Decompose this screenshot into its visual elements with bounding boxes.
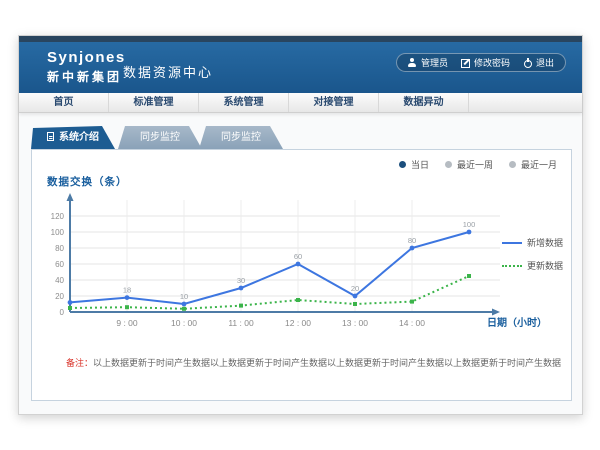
svg-text:13 : 00: 13 : 00 [342, 318, 368, 328]
tab-system-intro-label: 系统介绍 [59, 132, 99, 143]
radio-today-label: 当日 [411, 158, 429, 171]
main-nav: 首页 标准管理 系统管理 对接管理 数据异动 [19, 93, 582, 113]
page-title: 数据资源中心 [123, 62, 213, 81]
svg-text:100: 100 [463, 220, 476, 229]
radio-last-week-label: 最近一周 [457, 158, 493, 171]
tab-sync-monitor-1-label: 同步监控 [140, 132, 180, 143]
nav-item-interface-mgmt[interactable]: 对接管理 [289, 93, 379, 112]
footnote-prefix: 备注： [66, 358, 93, 368]
line-chart: 0 20 40 60 80 100 120 9 : 00 10 : 00 11 : 00 12 : … [40, 192, 570, 342]
change-password-button[interactable]: 修改密码 [461, 56, 510, 69]
svg-text:10: 10 [180, 292, 188, 301]
svg-text:80: 80 [55, 244, 64, 253]
legend-item-new-data[interactable]: 新增数据 [502, 236, 563, 249]
legend-new-data-label: 新增数据 [527, 236, 563, 249]
radio-last-week[interactable]: 最近一周 [445, 158, 493, 171]
svg-text:10 : 00: 10 : 00 [171, 318, 197, 328]
time-range-filter: 当日 最近一周 最近一月 [399, 158, 557, 171]
user-menu: 管理员 修改密码 退出 [396, 53, 566, 72]
svg-text:9 : 00: 9 : 00 [116, 318, 138, 328]
solid-line-icon [502, 242, 522, 244]
power-icon [523, 58, 532, 67]
svg-text:14 : 00: 14 : 00 [399, 318, 425, 328]
radio-selected-icon [399, 161, 406, 168]
document-icon [47, 132, 54, 141]
brand-logo[interactable]: Synjones 新中新集团 [47, 49, 126, 85]
tab-sync-monitor-2[interactable]: 同步监控 [199, 126, 283, 149]
svg-text:80: 80 [408, 236, 416, 245]
radio-unselected-icon [509, 161, 516, 168]
logout-label: 退出 [536, 56, 554, 69]
chart-area: 0 20 40 60 80 100 120 9 : 00 10 : 00 11 : 00 12 : … [40, 192, 570, 347]
tab-system-intro[interactable]: 系统介绍 [31, 126, 115, 149]
brand-logo-text: Synjones [47, 49, 126, 66]
svg-text:120: 120 [51, 212, 65, 221]
app-window: Synjones 新中新集团 数据资源中心 管理员 修改密码 退出 首页 标准管… [18, 35, 583, 415]
logout-button[interactable]: 退出 [523, 56, 554, 69]
svg-text:12 : 00: 12 : 00 [285, 318, 311, 328]
radio-today[interactable]: 当日 [399, 158, 429, 171]
legend-item-update-data[interactable]: 更新数据 [502, 259, 563, 272]
svg-text:100: 100 [51, 228, 65, 237]
chart-panel: 当日 最近一周 最近一月 数据交换（条） 0 20 40 60 80 100 120 9 : … [31, 149, 572, 401]
brand-company-name: 新中新集团 [47, 68, 126, 85]
svg-text:60: 60 [55, 260, 64, 269]
chart-legend: 新增数据 更新数据 [502, 236, 563, 272]
dotted-line-icon [502, 265, 522, 267]
tab-sync-monitor-1[interactable]: 同步监控 [118, 126, 202, 149]
svg-text:60: 60 [294, 252, 302, 261]
y-axis-title: 数据交换（条） [47, 174, 128, 189]
radio-last-month[interactable]: 最近一月 [509, 158, 557, 171]
svg-text:30: 30 [237, 276, 245, 285]
svg-text:40: 40 [55, 276, 64, 285]
radio-last-month-label: 最近一月 [521, 158, 557, 171]
person-icon [408, 58, 417, 67]
svg-text:0: 0 [60, 308, 65, 317]
header-bar: Synjones 新中新集团 数据资源中心 管理员 修改密码 退出 [19, 42, 582, 93]
svg-text:20: 20 [351, 284, 359, 293]
edit-icon [461, 58, 470, 67]
nav-item-standard-mgmt[interactable]: 标准管理 [109, 93, 199, 112]
footnote-text: 以上数据更新于时间产生数据以上数据更新于时间产生数据以上数据更新于时间产生数据以… [93, 358, 561, 368]
legend-update-data-label: 更新数据 [527, 259, 563, 272]
user-label: 管理员 [421, 56, 448, 69]
nav-item-data-change[interactable]: 数据异动 [379, 93, 469, 112]
svg-text:20: 20 [55, 292, 64, 301]
tab-sync-monitor-2-label: 同步监控 [221, 132, 261, 143]
svg-text:日期（小时）: 日期（小时） [487, 316, 547, 329]
footnote: 备注：以上数据更新于时间产生数据以上数据更新于时间产生数据以上数据更新于时间产生… [66, 356, 556, 369]
user-button[interactable]: 管理员 [408, 56, 448, 69]
radio-unselected-icon [445, 161, 452, 168]
nav-item-home[interactable]: 首页 [19, 93, 109, 112]
nav-item-system-mgmt[interactable]: 系统管理 [199, 93, 289, 112]
svg-text:18: 18 [123, 286, 131, 295]
change-password-label: 修改密码 [474, 56, 510, 69]
svg-text:11 : 00: 11 : 00 [228, 318, 254, 328]
